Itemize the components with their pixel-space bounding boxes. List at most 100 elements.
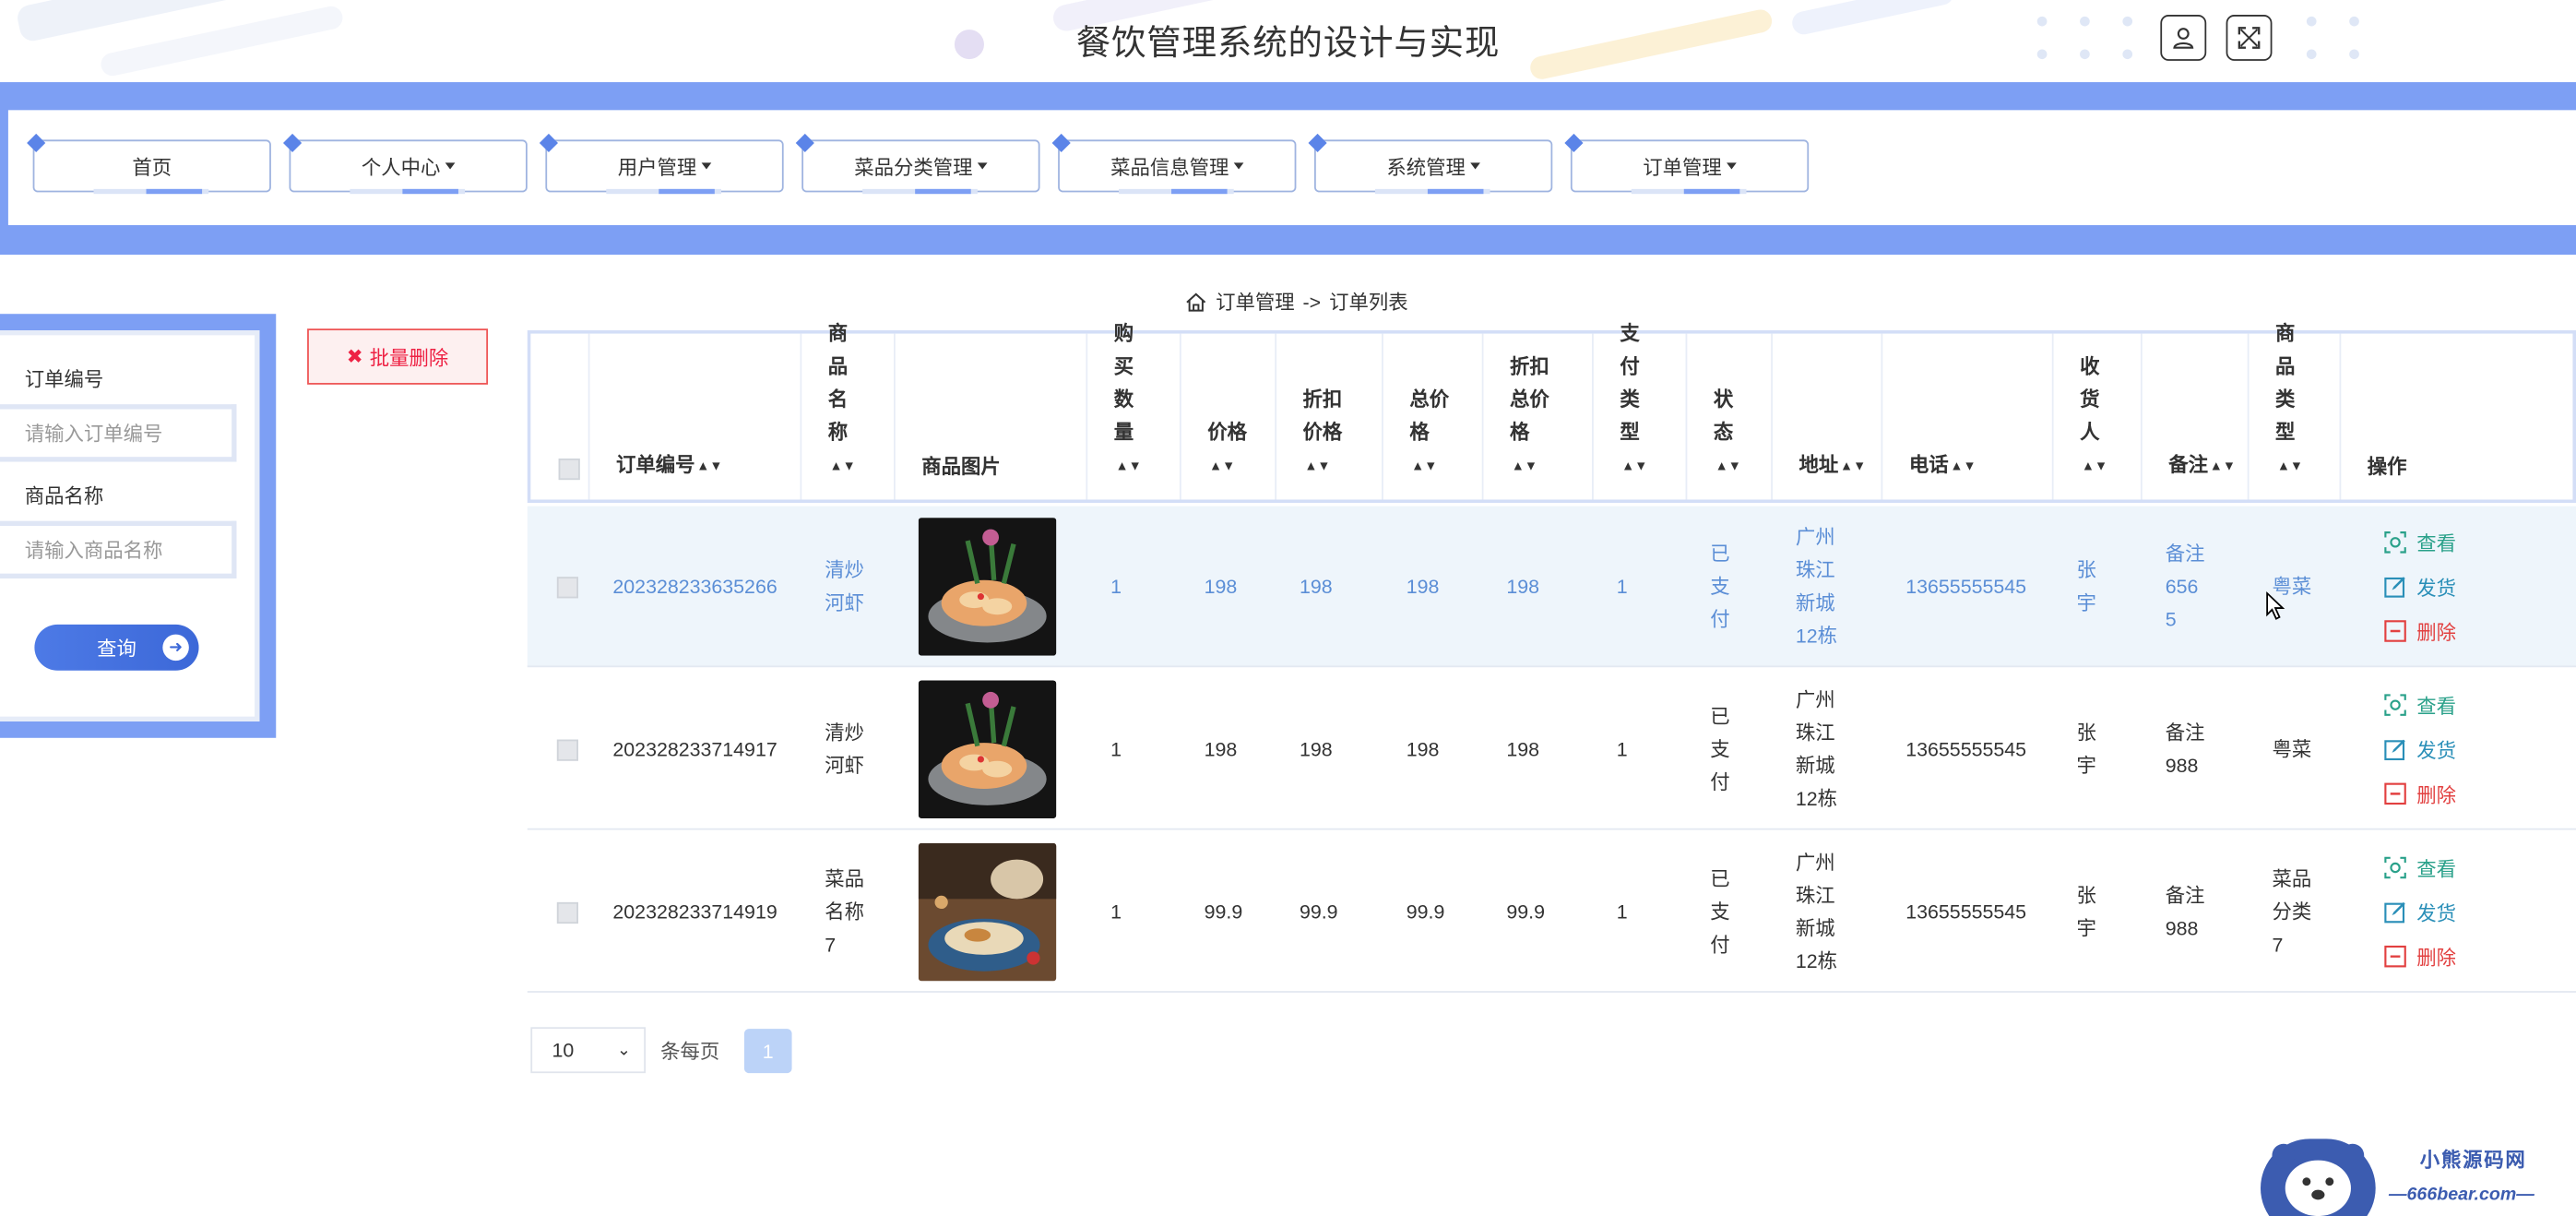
header: 餐饮管理系统的设计与实现 <box>0 0 2576 82</box>
view-button[interactable]: 查看 <box>2384 691 2456 719</box>
view-button[interactable]: 查看 <box>2384 853 2456 881</box>
total-cell: 198 <box>1406 737 1440 761</box>
minus-square-icon <box>2384 620 2407 643</box>
col-status[interactable]: 状态▲▼ <box>1687 333 1773 500</box>
order-no-input[interactable]: 请输入订单编号 <box>0 404 237 462</box>
fullscreen-button[interactable] <box>2226 15 2273 61</box>
sort-icon: ▲▼ <box>1209 458 1236 473</box>
col-price[interactable]: 价格▲▼ <box>1181 333 1277 500</box>
col-quantity[interactable]: 购买数量▲▼ <box>1087 322 1181 500</box>
product-name-cell: 菜品名称7 <box>825 867 864 957</box>
batch-delete-button[interactable]: ✖ 批量删除 <box>307 328 489 385</box>
delete-button[interactable]: 删除 <box>2384 943 2456 971</box>
sort-icon: ▲▼ <box>1304 458 1331 473</box>
col-discount-price[interactable]: 折扣价格▲▼ <box>1276 333 1383 500</box>
status-cell: 已支付 <box>1710 705 1730 794</box>
search-panel: 订单编号 请输入订单编号 商品名称 请输入商品名称 <box>0 314 277 738</box>
delete-button[interactable]: 删除 <box>2384 617 2456 645</box>
col-total-price[interactable]: 总价格▲▼ <box>1383 333 1484 500</box>
product-image <box>918 680 1057 819</box>
query-button[interactable]: 查询 ➜ <box>34 624 199 671</box>
delete-button[interactable]: 删除 <box>2384 780 2456 807</box>
product-name-input[interactable]: 请输入商品名称 <box>0 520 237 578</box>
order-no-label: 订单编号 <box>24 368 104 391</box>
nav-order-management[interactable]: 订单管理 <box>1564 133 1810 195</box>
quantity-cell: 1 <box>1110 900 1122 924</box>
sort-icon: ▲▼ <box>1950 458 1977 473</box>
col-order-no[interactable]: 订单编号 ▲▼ <box>589 333 802 500</box>
nav-label: 个人中心 <box>361 155 441 179</box>
product-image <box>918 842 1057 982</box>
product-name-cell: 清炒河虾 <box>825 721 864 778</box>
minus-square-icon <box>2384 945 2407 968</box>
col-discount-total[interactable]: 折扣总价格▲▼ <box>1483 333 1594 500</box>
caret-down-icon <box>701 162 712 170</box>
arrow-right-icon: ➜ <box>162 634 189 662</box>
sort-icon: ▲▼ <box>2276 458 2304 473</box>
caret-down-icon <box>1233 162 1244 170</box>
nav-user-management[interactable]: 用户管理 <box>539 133 784 195</box>
row-checkbox[interactable] <box>556 901 578 924</box>
pay-type-cell: 1 <box>1616 737 1628 761</box>
sort-icon: ▲▼ <box>2081 458 2108 473</box>
ship-button[interactable]: 发货 <box>2384 898 2456 925</box>
main-nav: 首页 个人中心 用户管理 菜品分类管理 菜品信息管理 系统管理 订单管理 <box>7 110 2576 226</box>
breadcrumb-section[interactable]: 订单管理 <box>1216 288 1295 316</box>
watermark-name: 小熊源码网 <box>2419 1149 2527 1173</box>
edit-icon <box>2384 900 2407 924</box>
row-checkbox[interactable] <box>556 738 578 760</box>
user-center-button[interactable] <box>2160 15 2207 61</box>
category-cell: 粤菜 <box>2272 737 2312 761</box>
select-all-header <box>530 333 590 500</box>
page-button-current[interactable]: 1 <box>743 1029 792 1074</box>
col-category[interactable]: 商品类型▲▼ <box>2250 322 2342 500</box>
remark-cell: 备注988 <box>2165 884 2205 940</box>
col-pay-type[interactable]: 支付类型▲▼ <box>1594 322 1688 500</box>
remark-cell: 备注988 <box>2165 721 2205 778</box>
nav-home[interactable]: 首页 <box>27 133 271 195</box>
caret-down-icon <box>1727 162 1737 170</box>
user-icon <box>2173 28 2194 49</box>
phone-cell: 13655555545 <box>1905 900 2027 924</box>
nav-system-management[interactable]: 系统管理 <box>1308 133 1553 195</box>
product-name-cell: 清炒河虾 <box>825 558 864 615</box>
bear-logo-icon <box>2261 1139 2376 1216</box>
nav-personal-center[interactable]: 个人中心 <box>282 133 528 195</box>
page-size-select[interactable]: 10 ⌄ <box>530 1027 647 1074</box>
price-cell: 198 <box>1204 737 1238 761</box>
select-all-checkbox[interactable] <box>558 458 580 481</box>
nav-dish-info-management[interactable]: 菜品信息管理 <box>1051 133 1297 195</box>
view-button[interactable]: 查看 <box>2384 529 2456 556</box>
edit-icon <box>2384 575 2407 598</box>
caret-down-icon <box>1470 162 1480 170</box>
table-row[interactable]: 202328233714917 清炒河虾 1 198 198 198 198 1… <box>527 669 2576 830</box>
receiver-cell: 张宇 <box>2076 721 2096 778</box>
phone-cell: 13655555545 <box>1905 575 2027 599</box>
expand-icon <box>2238 27 2261 49</box>
page-size-value: 10 <box>552 1038 575 1062</box>
discount-price-cell: 198 <box>1299 575 1333 599</box>
address-cell: 广州珠江新城12栋 <box>1795 688 1838 811</box>
table-row[interactable]: 202328233635266 清炒河虾 1 198 198 198 198 1… <box>527 506 2576 668</box>
col-remark[interactable]: 备注 ▲▼ <box>2143 333 2250 500</box>
zoom-scan-icon <box>2384 856 2407 879</box>
breadcrumb: 订单管理 -> 订单列表 <box>1184 288 1408 316</box>
col-phone[interactable]: 电话 ▲▼ <box>1882 333 2054 500</box>
zoom-scan-icon <box>2384 694 2407 717</box>
breadcrumb-current: 订单列表 <box>1329 291 1408 315</box>
row-checkbox[interactable] <box>556 576 578 598</box>
ship-button[interactable]: 发货 <box>2384 573 2456 601</box>
remark-cell: 备注6565 <box>2165 542 2205 631</box>
sort-icon: ▲▼ <box>1715 458 1741 473</box>
col-receiver[interactable]: 收货人▲▼ <box>2054 333 2143 500</box>
discount-price-cell: 99.9 <box>1299 900 1338 924</box>
edit-icon <box>2384 738 2407 761</box>
discount-total-cell: 198 <box>1506 737 1540 761</box>
table-row[interactable]: 202328233714919 菜品名称7 1 99.9 99.9 99.9 9… <box>527 831 2576 993</box>
col-product-name[interactable]: 商品名称▲▼ <box>801 322 896 500</box>
col-address[interactable]: 地址 ▲▼ <box>1773 333 1883 500</box>
ship-button[interactable]: 发货 <box>2384 735 2456 763</box>
sort-icon: ▲▼ <box>1511 458 1537 473</box>
caret-down-icon <box>445 162 456 170</box>
nav-dish-category-management[interactable]: 菜品分类管理 <box>795 133 1040 195</box>
